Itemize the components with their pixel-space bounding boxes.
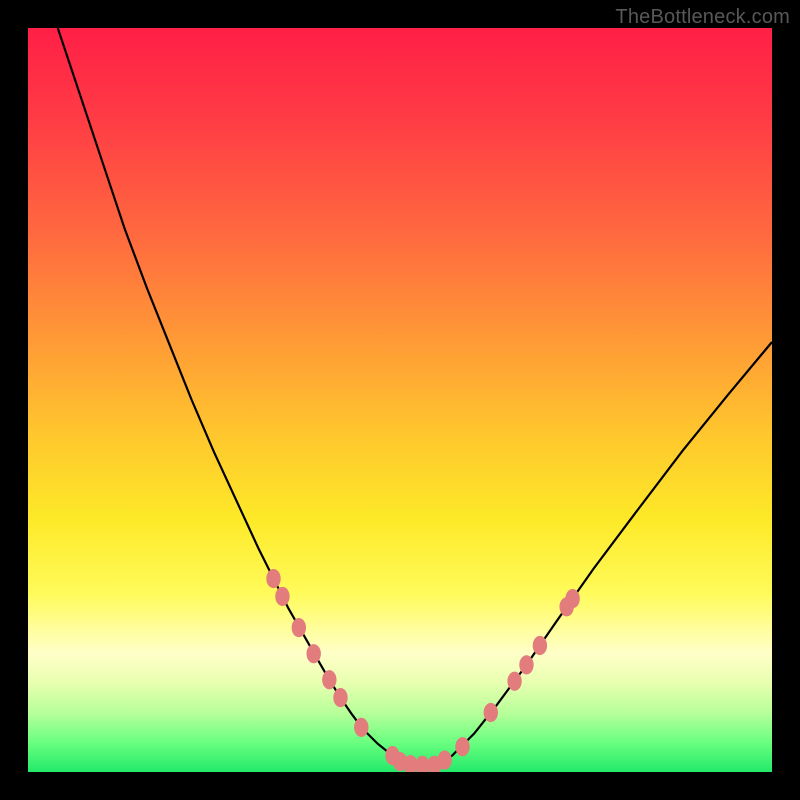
marker-dot — [266, 569, 280, 588]
marker-dot — [354, 718, 368, 737]
bottleneck-curve — [58, 28, 772, 765]
plot-area — [28, 28, 772, 772]
marker-dot — [533, 636, 547, 655]
marker-dot — [385, 746, 399, 765]
marker-dot — [427, 756, 441, 772]
marker-dot — [507, 672, 521, 691]
marker-dot — [275, 587, 289, 606]
dots-svg — [28, 28, 772, 772]
marker-dot — [415, 756, 429, 772]
marker-dot — [403, 755, 417, 772]
marker-dot — [455, 737, 469, 756]
marker-dot — [333, 688, 347, 707]
marker-dot — [565, 589, 579, 608]
chart-frame: TheBottleneck.com — [0, 0, 800, 800]
marker-dot — [307, 644, 321, 663]
watermark-text: TheBottleneck.com — [615, 6, 790, 29]
marker-dot — [393, 752, 407, 771]
marker-dot — [322, 670, 336, 689]
marker-dot — [559, 597, 573, 616]
marker-dot — [292, 618, 306, 637]
marker-dot — [437, 751, 451, 770]
marker-dot — [519, 655, 533, 674]
marker-dot — [484, 703, 498, 722]
curve-svg — [28, 28, 772, 772]
